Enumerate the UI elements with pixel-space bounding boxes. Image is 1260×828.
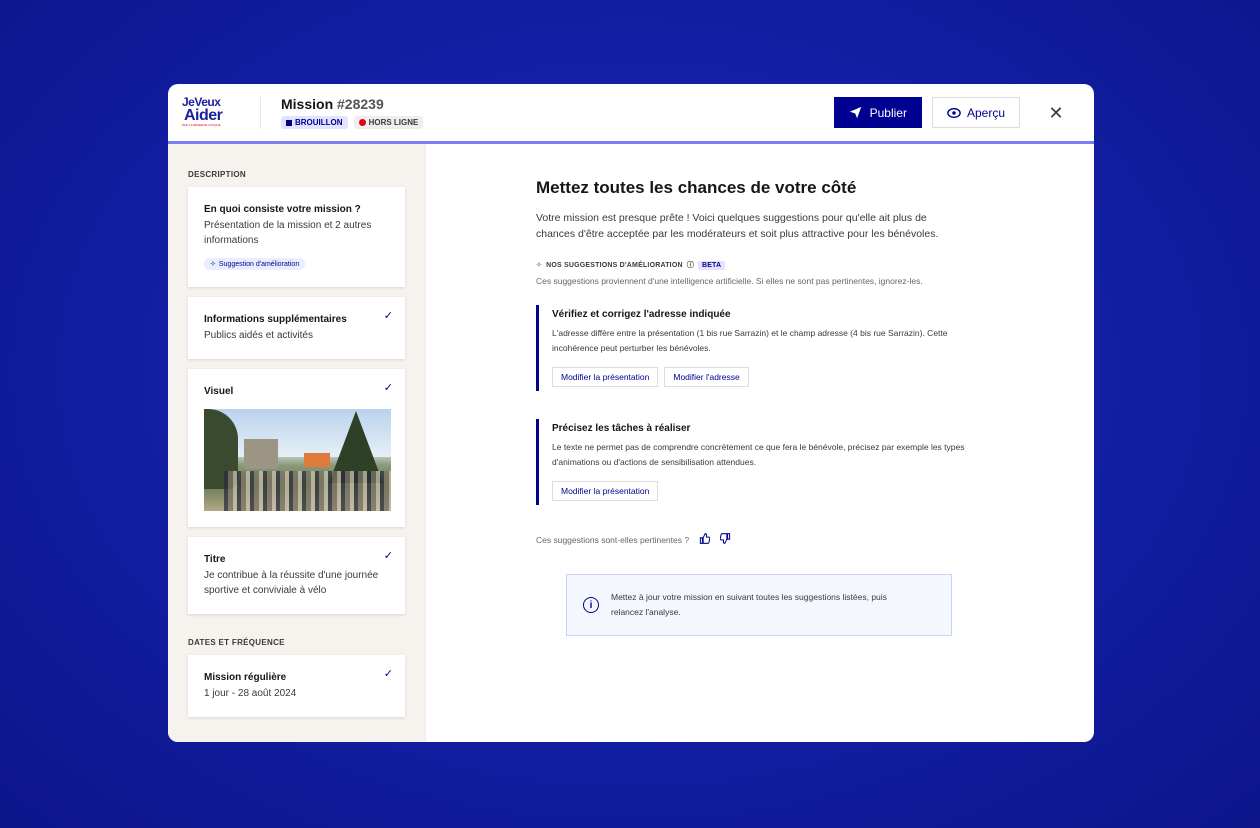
main-content: Mettez toutes les chances de votre côté … (426, 144, 1094, 742)
suggestion-title: Vérifiez et corrigez l'adresse indiquée (552, 309, 731, 320)
suggestion-text: Le texte ne permet pas de comprendre con… (552, 442, 965, 467)
thumbs-down-icon[interactable] (719, 533, 731, 547)
checkmark-icon: ✓ (383, 668, 393, 680)
preview-button[interactable]: Aperçu (931, 97, 1020, 128)
sparkle-icon: ✧ (536, 262, 543, 269)
card-title: En quoi consiste votre mission ? (204, 204, 361, 215)
edit-presentation-button[interactable]: Modifier la présentation (552, 481, 659, 501)
mission-title-prefix: Mission (281, 96, 334, 112)
help-icon[interactable]: ⓘ (687, 260, 694, 270)
checkmark-icon: ✓ (383, 550, 393, 562)
mission-title-block: Mission #28239 BROUILLON HORS LIGNE (281, 96, 834, 129)
improvement-suggestion-chip[interactable]: ✧ Suggestion d'amélioration (204, 258, 306, 270)
suggestion-text: L'adresse diffère entre la présentation … (552, 328, 948, 353)
thumbs-up-icon[interactable] (699, 533, 711, 547)
card-subtitle: Je contribue à la réussite d'une journée… (204, 570, 379, 596)
card-subtitle: Publics aidés et activités (204, 330, 313, 341)
card-title: Titre (204, 554, 226, 565)
editor-body: DESCRIPTION En quoi consiste votre missi… (168, 144, 1094, 742)
checkmark-icon: ✓ (383, 382, 393, 394)
status-badges: BROUILLON HORS LIGNE (281, 116, 834, 129)
sidebar-card-visual[interactable]: ✓ Visuel (188, 369, 405, 527)
card-title: Informations supplémentaires (204, 314, 347, 325)
feedback-row: Ces suggestions sont-elles pertinentes ? (536, 533, 1094, 547)
chip-label: Suggestion d'amélioration (218, 260, 300, 268)
mission-number: #28239 (337, 96, 384, 112)
header-divider (260, 96, 261, 129)
sidebar: DESCRIPTION En quoi consiste votre missi… (168, 144, 426, 742)
sidebar-card-dates[interactable]: ✓ Mission régulière 1 jour - 28 août 202… (188, 655, 405, 717)
image-crowd-bikes (224, 471, 391, 511)
main-title: Mettez toutes les chances de votre côté (536, 178, 857, 197)
offline-badge: HORS LIGNE (353, 116, 424, 129)
checkmark-icon: ✓ (383, 310, 393, 322)
suggestion-address: Vérifiez et corrigez l'adresse indiquée … (536, 305, 976, 391)
draft-square-icon (286, 119, 292, 126)
publish-button[interactable]: Publier (833, 97, 922, 128)
offline-dot-icon (358, 119, 366, 126)
suggestion-actions: Modifier la présentation (552, 481, 976, 501)
eye-icon (947, 107, 961, 118)
preview-button-label: Aperçu (966, 105, 1005, 120)
card-title: Visuel (204, 386, 234, 397)
mission-editor-window: JeVeux Aider PAR LA RÉSERVE CIVIQUE Miss… (168, 84, 1094, 742)
suggestion-title: Précisez les tâches à réaliser (552, 423, 691, 434)
card-subtitle: Présentation de la mission et 2 autres i… (204, 220, 372, 246)
suggestion-tasks: Précisez les tâches à réaliser Le texte … (536, 419, 976, 505)
close-icon[interactable]: ✕ (1046, 103, 1066, 123)
info-text: Mettez à jour votre mission en suivant t… (611, 592, 887, 617)
suggestions-header: ✧ NOS SUGGESTIONS D'AMÉLIORATION ⓘ BETA (536, 260, 1094, 270)
info-callout: i Mettez à jour votre mission en suivant… (566, 574, 952, 636)
jeveuxaider-logo[interactable]: JeVeux Aider PAR LA RÉSERVE CIVIQUE (182, 93, 240, 133)
draft-badge: BROUILLON (281, 116, 348, 129)
card-subtitle: 1 jour - 28 août 2024 (204, 688, 297, 699)
section-label-dates: DATES ET FRÉQUENCE (188, 638, 285, 647)
sidebar-card-mission-content[interactable]: En quoi consiste votre mission ? Présent… (188, 187, 405, 287)
suggestions-note: Ces suggestions proviennent d'une intell… (536, 276, 923, 286)
draft-badge-label: BROUILLON (295, 118, 343, 127)
card-title: Mission régulière (204, 672, 287, 683)
sidebar-card-additional-info[interactable]: ✓ Informations supplémentaires Publics a… (188, 297, 405, 359)
suggestion-actions: Modifier la présentation Modifier l'adre… (552, 367, 976, 387)
section-label-description: DESCRIPTION (188, 170, 246, 179)
offline-badge-label: HORS LIGNE (368, 118, 419, 127)
image-tent (304, 453, 330, 467)
edit-presentation-button[interactable]: Modifier la présentation (552, 367, 659, 387)
image-house (244, 439, 278, 469)
logo-line2: Aider (184, 107, 223, 124)
suggestions-label: NOS SUGGESTIONS D'AMÉLIORATION (546, 261, 683, 269)
logo-tagline: PAR LA RÉSERVE CIVIQUE (182, 123, 221, 127)
feedback-question: Ces suggestions sont-elles pertinentes ? (536, 535, 690, 545)
header: JeVeux Aider PAR LA RÉSERVE CIVIQUE Miss… (168, 84, 1094, 144)
page-title: Mission #28239 (281, 96, 834, 112)
info-icon: i (583, 597, 599, 613)
sparkle-icon: ✧ (210, 261, 216, 268)
beta-badge: BETA (697, 260, 726, 270)
mission-visual-image (204, 409, 391, 511)
send-icon (849, 106, 861, 119)
intro-text: Votre mission est presque prête ! Voici … (536, 212, 939, 240)
publish-button-label: Publier (869, 105, 907, 120)
sidebar-card-title[interactable]: ✓ Titre Je contribue à la réussite d'une… (188, 537, 405, 614)
edit-address-button[interactable]: Modifier l'adresse (664, 367, 749, 387)
